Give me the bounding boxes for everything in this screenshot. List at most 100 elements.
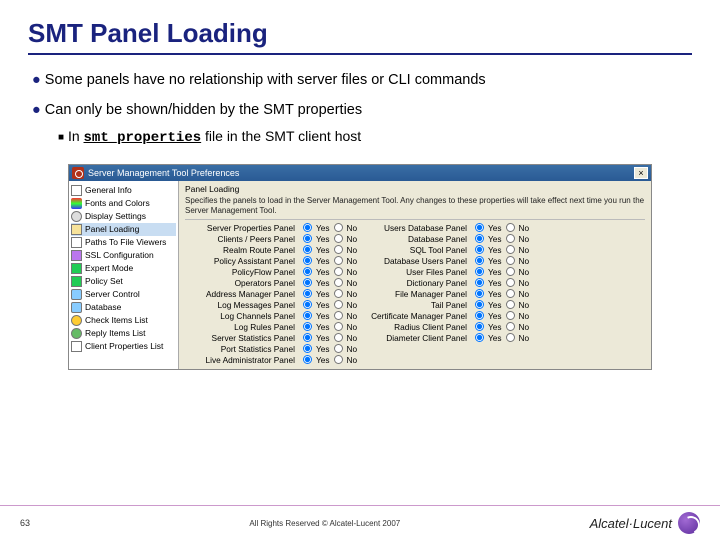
panel-label: Log Rules Panel bbox=[185, 322, 297, 332]
radio-no[interactable] bbox=[506, 322, 515, 331]
yes-no-radio[interactable]: YesNo bbox=[303, 245, 353, 255]
radio-yes[interactable] bbox=[475, 278, 484, 287]
radio-no[interactable] bbox=[334, 311, 343, 320]
yes-no-radio[interactable]: YesNo bbox=[475, 256, 525, 266]
radio-yes[interactable] bbox=[303, 267, 312, 276]
yes-no-radio[interactable]: YesNo bbox=[475, 234, 525, 244]
yes-no-radio[interactable]: YesNo bbox=[303, 311, 353, 321]
radio-yes[interactable] bbox=[475, 289, 484, 298]
tree-item-icon bbox=[71, 341, 82, 352]
radio-yes[interactable] bbox=[303, 278, 312, 287]
yes-no-radio[interactable]: YesNo bbox=[303, 355, 353, 365]
tree-item[interactable]: Reply Items List bbox=[71, 327, 176, 340]
page-number: 63 bbox=[20, 518, 60, 528]
close-icon[interactable]: × bbox=[634, 167, 648, 179]
radio-no[interactable] bbox=[334, 333, 343, 342]
radio-no[interactable] bbox=[334, 245, 343, 254]
tree-item[interactable]: Server Control bbox=[71, 288, 176, 301]
radio-yes[interactable] bbox=[303, 234, 312, 243]
tree-item[interactable]: Fonts and Colors bbox=[71, 197, 176, 210]
yes-no-radio[interactable]: YesNo bbox=[303, 223, 353, 233]
tree-item[interactable]: SSL Configuration bbox=[71, 249, 176, 262]
slide-footer: 63 All Rights Reserved © Alcatel-Lucent … bbox=[0, 505, 720, 534]
radio-yes[interactable] bbox=[475, 223, 484, 232]
tree-item[interactable]: Check Items List bbox=[71, 314, 176, 327]
yes-no-radio[interactable]: YesNo bbox=[475, 333, 525, 343]
radio-yes[interactable] bbox=[303, 223, 312, 232]
radio-yes[interactable] bbox=[303, 245, 312, 254]
tree-item[interactable]: Display Settings bbox=[71, 210, 176, 223]
tree-item[interactable]: Paths To File Viewers bbox=[71, 236, 176, 249]
yes-no-radio[interactable]: YesNo bbox=[303, 333, 353, 343]
radio-no[interactable] bbox=[334, 223, 343, 232]
panel-label: Log Messages Panel bbox=[185, 300, 297, 310]
tree-item-icon bbox=[71, 224, 82, 235]
yes-no-radio[interactable]: YesNo bbox=[475, 278, 525, 288]
radio-no[interactable] bbox=[334, 322, 343, 331]
yes-no-radio[interactable]: YesNo bbox=[475, 311, 525, 321]
radio-yes[interactable] bbox=[303, 344, 312, 353]
tree-item-label: Display Settings bbox=[85, 211, 146, 221]
radio-no[interactable] bbox=[334, 300, 343, 309]
radio-yes[interactable] bbox=[303, 322, 312, 331]
radio-yes[interactable] bbox=[475, 267, 484, 276]
tree-item[interactable]: General Info bbox=[71, 184, 176, 197]
yes-no-radio[interactable]: YesNo bbox=[303, 289, 353, 299]
radio-yes[interactable] bbox=[475, 311, 484, 320]
panel-label: Database Panel bbox=[359, 234, 469, 244]
yes-no-radio[interactable]: YesNo bbox=[303, 322, 353, 332]
radio-yes[interactable] bbox=[303, 289, 312, 298]
radio-no[interactable] bbox=[334, 267, 343, 276]
panel-label: Radius Client Panel bbox=[359, 322, 469, 332]
yes-no-radio[interactable]: YesNo bbox=[303, 278, 353, 288]
tree-item-label: SSL Configuration bbox=[85, 250, 154, 260]
tree-item[interactable]: Panel Loading bbox=[71, 223, 176, 236]
tree-item[interactable]: Expert Mode bbox=[71, 262, 176, 275]
yes-no-radio[interactable]: YesNo bbox=[303, 234, 353, 244]
tree-item[interactable]: Policy Set bbox=[71, 275, 176, 288]
yes-no-radio[interactable]: YesNo bbox=[303, 344, 353, 354]
radio-yes[interactable] bbox=[475, 333, 484, 342]
radio-yes[interactable] bbox=[475, 256, 484, 265]
yes-no-radio[interactable]: YesNo bbox=[303, 300, 353, 310]
radio-no[interactable] bbox=[334, 344, 343, 353]
yes-no-radio[interactable]: YesNo bbox=[475, 223, 525, 233]
yes-no-radio[interactable]: YesNo bbox=[303, 267, 353, 277]
radio-no[interactable] bbox=[334, 355, 343, 364]
yes-no-radio[interactable]: YesNo bbox=[303, 256, 353, 266]
radio-yes[interactable] bbox=[303, 311, 312, 320]
tree-item-icon bbox=[71, 276, 82, 287]
yes-no-radio[interactable]: YesNo bbox=[475, 300, 525, 310]
radio-yes[interactable] bbox=[303, 333, 312, 342]
radio-yes[interactable] bbox=[475, 300, 484, 309]
radio-no[interactable] bbox=[506, 223, 515, 232]
radio-no[interactable] bbox=[506, 311, 515, 320]
radio-no[interactable] bbox=[506, 267, 515, 276]
radio-no[interactable] bbox=[334, 256, 343, 265]
radio-no[interactable] bbox=[506, 245, 515, 254]
radio-yes[interactable] bbox=[303, 256, 312, 265]
radio-no[interactable] bbox=[334, 234, 343, 243]
tree-item[interactable]: Client Properties List bbox=[71, 340, 176, 353]
yes-no-radio[interactable]: YesNo bbox=[475, 267, 525, 277]
radio-yes[interactable] bbox=[475, 234, 484, 243]
radio-yes[interactable] bbox=[303, 300, 312, 309]
radio-no[interactable] bbox=[506, 234, 515, 243]
yes-no-radio[interactable]: YesNo bbox=[475, 289, 525, 299]
radio-yes[interactable] bbox=[475, 245, 484, 254]
tree-item[interactable]: Database bbox=[71, 301, 176, 314]
yes-no-radio[interactable]: YesNo bbox=[475, 322, 525, 332]
copyright: All Rights Reserved © Alcatel-Lucent 200… bbox=[60, 519, 590, 528]
radio-yes[interactable] bbox=[303, 355, 312, 364]
radio-yes[interactable] bbox=[475, 322, 484, 331]
radio-no[interactable] bbox=[506, 300, 515, 309]
radio-no[interactable] bbox=[506, 256, 515, 265]
radio-no[interactable] bbox=[506, 333, 515, 342]
radio-no[interactable] bbox=[506, 289, 515, 298]
tree-item-icon bbox=[71, 328, 82, 339]
window-title: Server Management Tool Preferences bbox=[88, 168, 239, 178]
radio-no[interactable] bbox=[334, 278, 343, 287]
radio-no[interactable] bbox=[334, 289, 343, 298]
yes-no-radio[interactable]: YesNo bbox=[475, 245, 525, 255]
radio-no[interactable] bbox=[506, 278, 515, 287]
